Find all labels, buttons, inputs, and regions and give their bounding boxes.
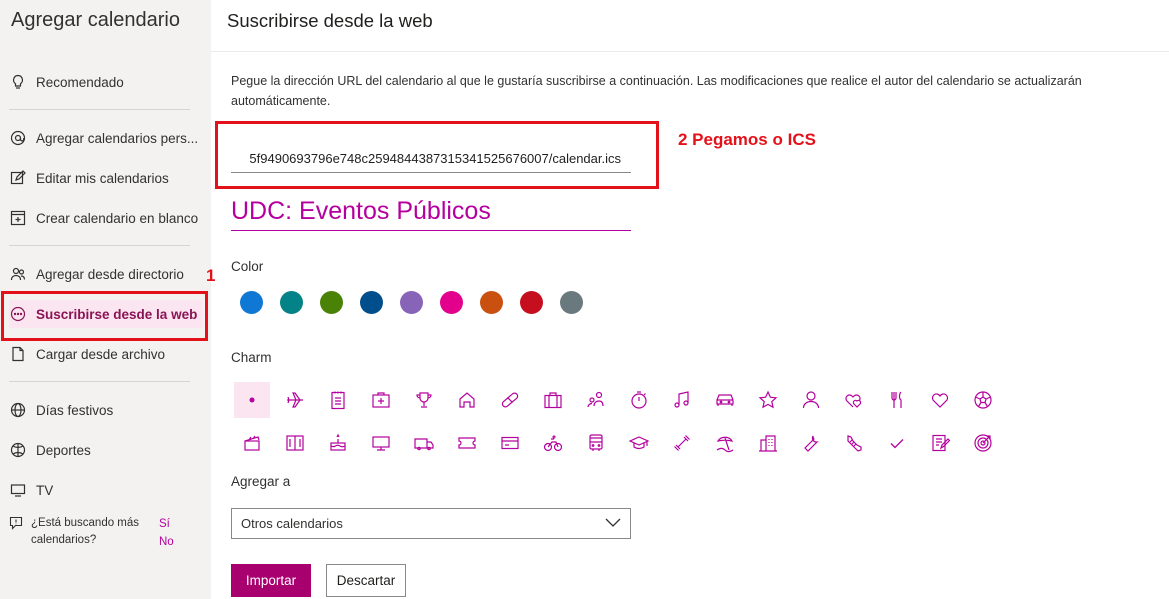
- calendar-name-field[interactable]: UDC: Eventos Públicos: [231, 197, 631, 231]
- sidebar-item-label: Crear calendario en blanco: [36, 210, 199, 226]
- charm-cake-icon[interactable]: [320, 425, 356, 461]
- sidebar-item-tv[interactable]: TV: [9, 476, 203, 504]
- charm-music-icon[interactable]: [664, 382, 700, 418]
- sidebar-item-label: Editar mis calendarios: [36, 170, 169, 186]
- color-swatch[interactable]: [440, 291, 463, 314]
- color-swatch[interactable]: [400, 291, 423, 314]
- charm-target-icon[interactable]: [965, 425, 1001, 461]
- people-icon: [9, 265, 27, 283]
- description: Pegue la dirección URL del calendario al…: [231, 74, 1082, 108]
- calendar-select[interactable]: Otros calendarios: [231, 508, 631, 539]
- divider: [9, 109, 190, 110]
- file-upload-icon: [9, 345, 27, 363]
- charm-graduation-icon[interactable]: [621, 425, 657, 461]
- globe-icon: [9, 401, 27, 419]
- charm-note-edit-icon[interactable]: [922, 425, 958, 461]
- color-swatch[interactable]: [360, 291, 383, 314]
- charm-airplane-icon[interactable]: [277, 382, 313, 418]
- charm-truck-icon[interactable]: [406, 425, 442, 461]
- charm-home-icon[interactable]: [449, 382, 485, 418]
- color-swatch[interactable]: [560, 291, 583, 314]
- discard-button[interactable]: Descartar: [326, 564, 406, 597]
- help-no-link[interactable]: No: [159, 533, 174, 551]
- charm-shoe-icon[interactable]: [836, 425, 872, 461]
- charm-beach-icon[interactable]: [707, 425, 743, 461]
- sidebar-item-deportes[interactable]: Deportes: [9, 436, 203, 464]
- charm-people-icon[interactable]: [578, 382, 614, 418]
- charm-monitor-icon[interactable]: [363, 425, 399, 461]
- help-links: Sí No: [159, 515, 174, 551]
- sidebar-item-label: Cargar desde archivo: [36, 346, 166, 362]
- charm-check-icon[interactable]: [879, 425, 915, 461]
- sidebar-item-label: TV: [36, 482, 54, 498]
- sidebar-item-directorio[interactable]: Agregar desde directorio: [9, 260, 203, 288]
- add-to-label: Agregar a: [231, 474, 291, 489]
- charm-notepad-icon[interactable]: [320, 382, 356, 418]
- charm-wrench-icon[interactable]: [793, 425, 829, 461]
- edit-icon: [9, 169, 27, 187]
- charm-stopwatch-icon[interactable]: [621, 382, 657, 418]
- charm-car-icon[interactable]: [707, 382, 743, 418]
- charm-medkit-icon[interactable]: [363, 382, 399, 418]
- help-section: ¿Está buscando más calendarios? Sí No: [9, 515, 199, 551]
- charm-dot-icon[interactable]: [234, 382, 270, 418]
- page-title: Suscribirse desde la web: [227, 10, 433, 31]
- charm-dumbbell-icon[interactable]: [664, 425, 700, 461]
- calendar-select-value: Otros calendarios: [241, 516, 343, 531]
- sidebar-title: Agregar calendario: [11, 9, 180, 31]
- charm-briefcase-icon[interactable]: [535, 382, 571, 418]
- charm-ticket-icon[interactable]: [449, 425, 485, 461]
- tv-icon: [9, 481, 27, 499]
- sidebar-item-label: Agregar calendarios pers...: [36, 130, 199, 146]
- charm-heart-icon[interactable]: [922, 382, 958, 418]
- charm-trophy-icon[interactable]: [406, 382, 442, 418]
- color-swatch[interactable]: [280, 291, 303, 314]
- divider: [9, 381, 190, 382]
- annotation-step2: 2 Pegamos o ICS: [678, 130, 816, 149]
- charm-soccer-icon[interactable]: [965, 382, 1001, 418]
- sidebar-item-label: Deportes: [36, 442, 91, 458]
- charm-clapper-icon[interactable]: [234, 425, 270, 461]
- sidebar-item-label: Días festivos: [36, 402, 114, 418]
- sidebar-item-festivos[interactable]: Días festivos: [9, 396, 203, 424]
- sidebar-item-label: Agregar desde directorio: [36, 266, 184, 282]
- ball-icon: [9, 441, 27, 459]
- feedback-icon: [9, 516, 23, 530]
- charm-hearts-icon[interactable]: [836, 382, 872, 418]
- charm-star-icon[interactable]: [750, 382, 786, 418]
- divider: [9, 245, 190, 246]
- at-icon: [9, 129, 27, 147]
- charm-bike-icon[interactable]: [535, 425, 571, 461]
- help-yes-link[interactable]: Sí: [159, 515, 174, 533]
- chevron-down-icon: [605, 516, 621, 531]
- help-text: ¿Está buscando más calendarios?: [31, 517, 140, 546]
- calendar-add-icon: [9, 209, 27, 227]
- sidebar-item-editar[interactable]: Editar mis calendarios: [9, 164, 203, 192]
- sidebar-item-label: Recomendado: [36, 74, 124, 90]
- sidebar-item-agregar-personales[interactable]: Agregar calendarios pers...: [9, 124, 203, 152]
- charm-building-icon[interactable]: [750, 425, 786, 461]
- import-button[interactable]: Importar: [231, 564, 311, 597]
- header-divider: [211, 51, 1169, 52]
- annotation-step1: 1: [206, 266, 216, 285]
- sidebar-item-cargar[interactable]: Cargar desde archivo: [9, 340, 203, 368]
- color-label: Color: [231, 259, 264, 274]
- annotation-box-step1: [1, 291, 208, 341]
- color-swatch[interactable]: [520, 291, 543, 314]
- annotation-box-step2: [215, 121, 659, 189]
- sidebar-item-recomendado[interactable]: Recomendado: [9, 68, 203, 96]
- charm-card-icon[interactable]: [492, 425, 528, 461]
- color-swatch[interactable]: [320, 291, 343, 314]
- charm-pill-icon[interactable]: [492, 382, 528, 418]
- charm-label: Charm: [231, 350, 272, 365]
- sidebar-item-crear[interactable]: Crear calendario en blanco: [9, 204, 203, 232]
- charm-utensils-icon[interactable]: [879, 382, 915, 418]
- color-swatch[interactable]: [480, 291, 503, 314]
- charm-bus-icon[interactable]: [578, 425, 614, 461]
- color-swatch[interactable]: [240, 291, 263, 314]
- lightbulb-icon: [9, 73, 27, 91]
- charm-book-icon[interactable]: [277, 425, 313, 461]
- charm-person-icon[interactable]: [793, 382, 829, 418]
